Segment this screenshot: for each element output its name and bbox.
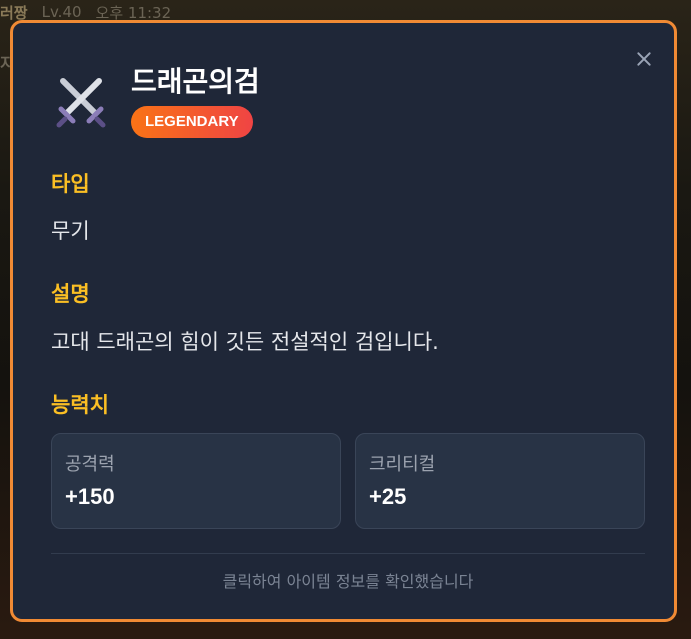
description-value: 고대 드래곤의 힘이 깃든 전설적인 검입니다. (51, 330, 439, 354)
item-header: 드래곤의검 LEGENDARY (51, 63, 260, 138)
footer-message: 클릭하여 아이템 정보를 확인했습니다 (222, 572, 474, 591)
stat-value: +150 (65, 484, 115, 509)
stat-value: +25 (369, 484, 407, 509)
close-icon[interactable] (634, 49, 654, 69)
divider (51, 553, 645, 554)
stats-label: 능력치 (51, 393, 109, 417)
stat-card-critical: 크리티컬 +25 (355, 433, 645, 529)
stat-label: 공격력 (65, 454, 115, 475)
crossed-swords-icon (56, 78, 106, 128)
item-detail-modal: 드래곤의검 LEGENDARY 타입 무기 설명 고대 드래곤의 힘이 깃든 전… (10, 20, 677, 622)
description-label: 설명 (51, 282, 90, 306)
stat-label: 크리티컬 (369, 454, 436, 475)
item-name: 드래곤의검 (131, 65, 260, 98)
stat-card-attack: 공격력 +150 (51, 433, 341, 529)
type-value: 무기 (51, 219, 90, 243)
type-label: 타입 (51, 172, 90, 196)
player-level: Lv.40 (41, 3, 82, 21)
rarity-badge: LEGENDARY (131, 106, 253, 138)
